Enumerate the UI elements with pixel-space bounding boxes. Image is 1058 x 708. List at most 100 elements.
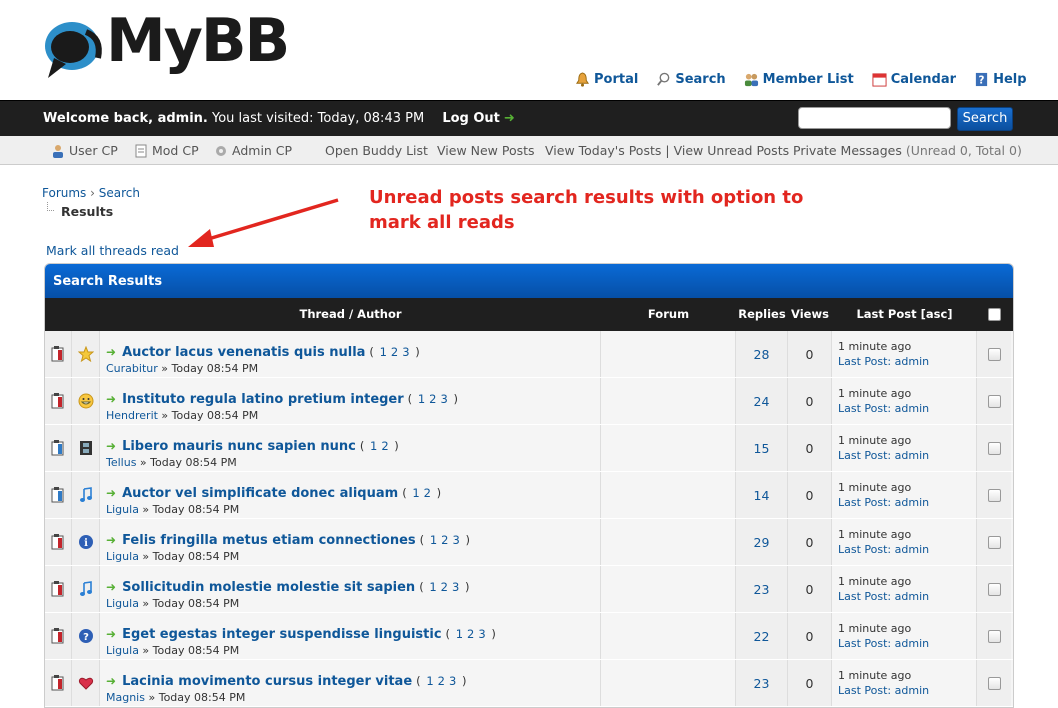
thread-title-link[interactable]: Libero mauris nunc sapien nunc — [122, 439, 356, 454]
page-link[interactable]: 2 — [381, 439, 388, 453]
last-post-label[interactable]: Last Post: — [838, 449, 891, 462]
page-link[interactable]: 2 — [441, 580, 448, 594]
row-checkbox[interactable] — [987, 629, 1001, 643]
row-checkbox[interactable] — [987, 676, 1001, 690]
new-posts-link[interactable]: View New Posts — [437, 143, 535, 158]
thread-title-link[interactable]: Auctor lacus venenatis quis nulla — [122, 345, 365, 360]
page-link[interactable]: 2 — [438, 674, 445, 688]
thread-author-link[interactable]: Ligula — [106, 503, 139, 516]
header-forum[interactable]: Forum — [601, 298, 736, 331]
last-post-label[interactable]: Last Post: — [838, 496, 891, 509]
last-post-author-link[interactable]: admin — [895, 402, 929, 415]
thread-author-link[interactable]: Tellus — [106, 456, 136, 469]
page-link[interactable]: 1 — [429, 580, 436, 594]
page-link[interactable]: 3 — [440, 392, 447, 406]
page-link[interactable]: 3 — [402, 345, 409, 359]
replies-count[interactable]: 15 — [736, 425, 788, 471]
header-thread-author[interactable]: Thread / Author — [100, 298, 601, 331]
page-link[interactable]: 1 — [370, 439, 377, 453]
breadcrumb-forums[interactable]: Forums — [42, 186, 86, 200]
header-replies[interactable]: Replies — [736, 298, 788, 331]
replies-count[interactable]: 22 — [736, 613, 788, 659]
go-to-new-arrow-icon[interactable]: ➜ — [106, 580, 116, 594]
last-post-author-link[interactable]: admin — [895, 449, 929, 462]
row-checkbox[interactable] — [987, 535, 1001, 549]
row-checkbox[interactable] — [987, 441, 1001, 455]
admin-cp-link[interactable]: Admin CP — [214, 143, 292, 158]
page-link[interactable]: 3 — [449, 674, 456, 688]
page-link[interactable]: 2 — [429, 392, 436, 406]
thread-title-link[interactable]: Instituto regula latino pretium integer — [122, 392, 404, 407]
thread-title-link[interactable]: Eget egestas integer suspendisse linguis… — [122, 627, 441, 642]
thread-author-link[interactable]: Ligula — [106, 550, 139, 563]
row-checkbox[interactable] — [987, 394, 1001, 408]
go-to-new-arrow-icon[interactable]: ➜ — [106, 439, 116, 453]
thread-title-link[interactable]: Lacinia movimento cursus integer vitae — [122, 674, 412, 689]
nav-member-list[interactable]: Member List — [744, 72, 854, 87]
last-post-author-link[interactable]: admin — [895, 496, 929, 509]
todays-posts-label[interactable]: View Today's Posts — [545, 143, 661, 158]
row-checkbox[interactable] — [987, 347, 1001, 361]
row-checkbox[interactable] — [987, 582, 1001, 596]
mybb-logo[interactable]: MyBB — [44, 6, 290, 82]
replies-count[interactable]: 23 — [736, 660, 788, 706]
thread-author-link[interactable]: Curabitur — [106, 362, 158, 375]
header-views[interactable]: Views — [788, 298, 832, 331]
page-link[interactable]: 2 — [441, 533, 448, 547]
page-link[interactable]: 1 — [380, 345, 387, 359]
thread-title-link[interactable]: Auctor vel simplificate donec aliquam — [122, 486, 398, 501]
last-post-author-link[interactable]: admin — [895, 684, 929, 697]
replies-count[interactable]: 14 — [736, 472, 788, 518]
replies-count[interactable]: 29 — [736, 519, 788, 565]
last-post-author-link[interactable]: admin — [895, 637, 929, 650]
go-to-new-arrow-icon[interactable]: ➜ — [106, 674, 116, 688]
page-link[interactable]: 3 — [452, 533, 459, 547]
go-to-new-arrow-icon[interactable]: ➜ — [106, 533, 116, 547]
thread-author-link[interactable]: Hendrerit — [106, 409, 158, 422]
go-to-new-arrow-icon[interactable]: ➜ — [106, 392, 116, 406]
buddy-list-link[interactable]: Open Buddy List — [325, 143, 428, 158]
page-link[interactable]: 2 — [467, 627, 474, 641]
page-link[interactable]: 3 — [452, 580, 459, 594]
replies-count[interactable]: 24 — [736, 378, 788, 424]
thread-title-link[interactable]: Sollicitudin molestie molestie sit sapie… — [122, 580, 415, 595]
unread-posts-label[interactable]: View Unread Posts — [674, 143, 790, 158]
mod-cp-link[interactable]: Mod CP — [134, 143, 199, 158]
page-link[interactable]: 1 — [418, 392, 425, 406]
page-link[interactable]: 2 — [424, 486, 431, 500]
go-to-new-arrow-icon[interactable]: ➜ — [106, 345, 116, 359]
last-post-author-link[interactable]: admin — [895, 355, 929, 368]
private-messages-link[interactable]: Private Messages (Unread 0, Total 0) — [793, 143, 1022, 158]
replies-count[interactable]: 28 — [736, 331, 788, 377]
page-link[interactable]: 1 — [426, 674, 433, 688]
breadcrumb-search[interactable]: Search — [99, 186, 140, 200]
search-button[interactable]: Search — [957, 107, 1013, 131]
mark-all-threads-read-link[interactable]: Mark all threads read — [46, 243, 179, 258]
last-post-label[interactable]: Last Post: — [838, 637, 891, 650]
thread-author-link[interactable]: Magnis — [106, 691, 145, 704]
nav-portal[interactable]: Portal — [575, 72, 638, 87]
replies-count[interactable]: 23 — [736, 566, 788, 612]
nav-search[interactable]: Search — [656, 72, 726, 87]
page-link[interactable]: 2 — [391, 345, 398, 359]
page-link[interactable]: 1 — [412, 486, 419, 500]
nav-help[interactable]: ? Help — [974, 72, 1027, 87]
go-to-new-arrow-icon[interactable]: ➜ — [106, 627, 116, 641]
thread-author-link[interactable]: Ligula — [106, 644, 139, 657]
last-post-label[interactable]: Last Post: — [838, 590, 891, 603]
page-link[interactable]: 1 — [456, 627, 463, 641]
last-post-label[interactable]: Last Post: — [838, 684, 891, 697]
thread-title-link[interactable]: Felis fringilla metus etiam connectiones — [122, 533, 416, 548]
user-cp-link[interactable]: User CP — [51, 143, 118, 158]
header-select-all[interactable] — [977, 298, 1011, 331]
header-last-post[interactable]: Last Post [asc] — [832, 298, 977, 331]
last-post-author-link[interactable]: admin — [895, 590, 929, 603]
logout-link[interactable]: Log Out ➜ — [442, 111, 514, 126]
last-post-label[interactable]: Last Post: — [838, 543, 891, 556]
go-to-new-arrow-icon[interactable]: ➜ — [106, 486, 116, 500]
select-all-checkbox[interactable] — [987, 308, 1001, 321]
nav-calendar[interactable]: Calendar — [872, 72, 956, 87]
last-post-label[interactable]: Last Post: — [838, 402, 891, 415]
row-checkbox[interactable] — [987, 488, 1001, 502]
thread-author-link[interactable]: Ligula — [106, 597, 139, 610]
